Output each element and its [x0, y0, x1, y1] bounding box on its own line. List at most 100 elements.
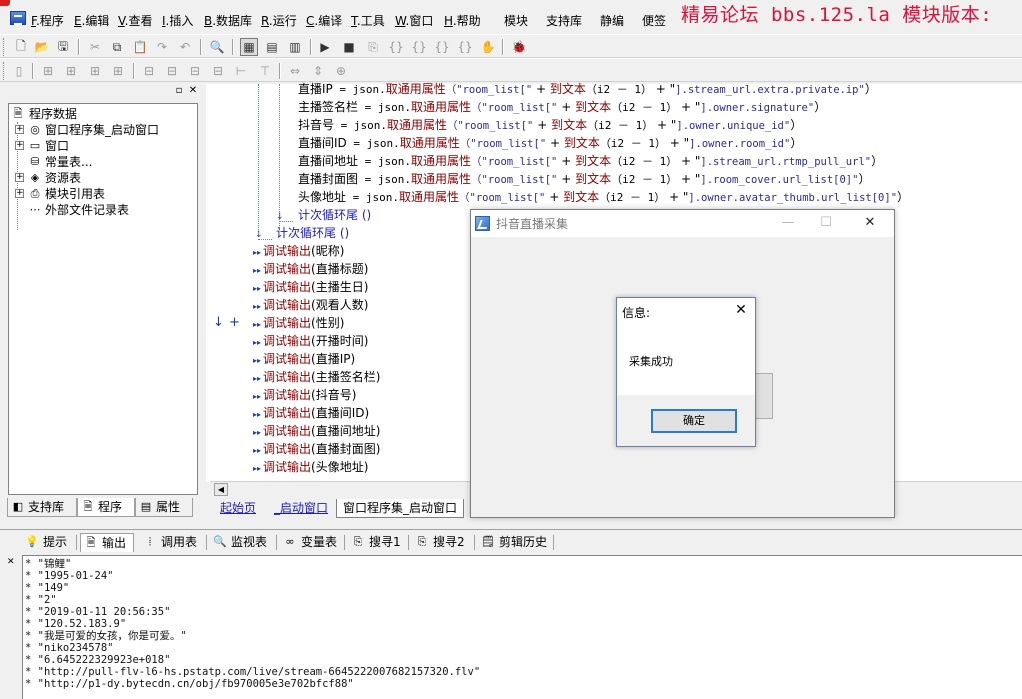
debug-output-line[interactable]: ▸▸ 调试输出(抖音号) — [253, 386, 356, 404]
ok-button[interactable]: 确定 — [651, 409, 737, 433]
expand-icon[interactable]: + — [15, 125, 24, 134]
tab-search1[interactable]: ⎘ 搜寻1 — [348, 533, 401, 552]
menu-window[interactable]: W.窗口 — [395, 12, 433, 29]
menu-notes[interactable]: 便签 — [642, 12, 666, 29]
layout-panel-icon[interactable]: ▦ — [240, 38, 258, 56]
loop-end-inner[interactable]: 计次循环尾 () — [298, 206, 371, 224]
app-window-titlebar[interactable]: 抖音直播采集 — ☐ ✕ — [471, 210, 894, 237]
tab-start-window[interactable]: _启动窗口 — [268, 499, 334, 518]
debug-output-line[interactable]: ▸▸ 调试输出(开播时间) — [253, 332, 368, 350]
info-dialog[interactable]: 信息: ✕ 采集成功 确定 — [616, 297, 756, 447]
debug-output-line[interactable]: ▸▸ 调试输出(头像地址) — [253, 458, 368, 476]
code-line[interactable]: 抖音号 = json.取通用属性（"room_list[" + 到文本（i2 －… — [298, 116, 802, 134]
code-line[interactable]: 直播间地址 = json.取通用属性（"room_list[" + 到文本（i2… — [298, 152, 883, 170]
code-line[interactable]: 头像地址 = json.取通用属性（"room_list[" + 到文本（i2 … — [298, 188, 909, 206]
debug-output-line[interactable]: ▸▸ 调试输出(性别) — [253, 314, 344, 332]
run-icon[interactable]: ▶ — [316, 38, 334, 56]
menu-edit[interactable]: E.编辑 — [74, 12, 109, 29]
output-console[interactable]: * "锦鲤" * "1995-01-24" * "149" * "2" * "2019-… — [22, 555, 1022, 699]
tab-start-page[interactable]: 起始页 — [214, 499, 262, 518]
code-line[interactable]: 主播签名栏 = json.取通用属性（"room_list[" + 到文本（i2… — [298, 98, 826, 116]
save-icon[interactable]: 🖫 — [54, 38, 72, 56]
scroll-left-icon[interactable]: ◀ — [214, 483, 228, 496]
same-size-icon[interactable]: ⊟ — [186, 62, 204, 80]
menu-insert[interactable]: I.插入 — [162, 12, 193, 29]
step-out-icon[interactable]: {} — [433, 38, 451, 56]
same-height-icon[interactable]: ⊟ — [163, 62, 181, 80]
align-right-icon[interactable]: ⊞ — [109, 62, 127, 80]
debug-output-line[interactable]: ▸▸ 调试输出(主播签名栏) — [253, 368, 380, 386]
v-distribute-icon[interactable]: ⊤ — [256, 62, 274, 80]
expand-icon[interactable]: + — [15, 189, 24, 198]
code-line[interactable]: 直播封面图 = json.取通用属性（"room_list[" + 到文本（i2… — [298, 170, 870, 188]
tab-variables[interactable]: ∞ 变量表 — [280, 533, 337, 552]
open-folder-icon[interactable]: 📂 — [33, 38, 51, 56]
copy-icon[interactable]: ⧉ — [108, 38, 126, 56]
debug-bug-icon[interactable]: 🐞 — [510, 38, 528, 56]
step-over-icon[interactable]: {} — [410, 38, 428, 56]
tab-watch[interactable]: 🔍 监视表 — [210, 533, 267, 552]
tab-program[interactable]: 🗎 程序 — [77, 498, 135, 517]
v-center-icon[interactable]: ⇕ — [309, 62, 327, 80]
debug-output-line[interactable]: ▸▸ 调试输出(直播标题) — [253, 260, 368, 278]
minimize-icon[interactable]: — — [773, 214, 803, 232]
tab-search2[interactable]: ⎘ 搜寻2 — [412, 533, 465, 552]
debug-output-line[interactable]: ▸▸ 调试输出(直播间地址) — [253, 422, 380, 440]
debug-output-line[interactable]: ▸▸ 调试输出(直播封面图) — [253, 440, 380, 458]
tab-call-table[interactable]: ⦙ 调用表 — [140, 533, 197, 552]
layout-grid-icon[interactable]: ▥ — [286, 38, 304, 56]
run-to-cursor-icon[interactable]: {} — [456, 38, 474, 56]
redo-icon[interactable]: ↷ — [153, 38, 171, 56]
debug-output-line[interactable]: ▸▸ 调试输出(主播生日) — [253, 278, 368, 296]
h-distribute-icon[interactable]: ⊢ — [232, 62, 250, 80]
tab-window-program-set[interactable]: 窗口程序集_启动窗口 — [336, 499, 465, 518]
stop-icon[interactable]: ■ — [340, 38, 358, 56]
layout-split-icon[interactable]: ▤ — [263, 38, 281, 56]
menu-module[interactable]: 模块 — [504, 12, 528, 29]
dialog-close-icon[interactable]: ✕ — [731, 301, 751, 319]
menu-run[interactable]: R.运行 — [261, 12, 297, 29]
align-left-icon[interactable]: ▯ — [10, 62, 28, 80]
menu-compile[interactable]: C.编译 — [306, 12, 342, 29]
debug-output-line[interactable]: ▸▸ 调试输出(观看人数) — [253, 296, 368, 314]
tab-support-lib[interactable]: ◧ 支持库 — [7, 498, 77, 517]
step-into-icon[interactable]: {} — [387, 38, 405, 56]
panel-close-icon[interactable]: ✕ — [187, 85, 199, 97]
center-icon[interactable]: ⊕ — [332, 62, 350, 80]
tab-clip-history[interactable]: 🗒 剪辑历史 — [478, 533, 547, 552]
hspace-icon[interactable]: ⊟ — [209, 62, 227, 80]
collect-button[interactable] — [753, 373, 773, 419]
align-top-icon[interactable]: ⊞ — [39, 62, 57, 80]
loop-end-outer[interactable]: 计次循环尾 () — [276, 224, 349, 242]
menu-tools[interactable]: T.工具 — [351, 12, 385, 29]
menu-file[interactable]: F.程序 — [31, 12, 64, 29]
strip-close-icon[interactable]: ✕ — [7, 557, 15, 567]
expand-icon[interactable]: + — [15, 141, 24, 150]
find-icon[interactable]: 🔍 — [208, 38, 226, 56]
menu-help[interactable]: H.帮助 — [444, 12, 481, 29]
paste-icon[interactable]: 📋 — [131, 38, 149, 56]
tab-output[interactable]: 🗎 输出 — [80, 533, 134, 552]
align-middle-icon[interactable]: ⊞ — [62, 62, 80, 80]
close-icon[interactable]: ✕ — [855, 214, 885, 232]
menu-database[interactable]: B.数据库 — [204, 12, 252, 29]
tab-properties[interactable]: ▤ 属性 — [135, 498, 193, 517]
align-bottom-icon[interactable]: ⊞ — [86, 62, 104, 80]
h-center-icon[interactable]: ⇔ — [286, 62, 304, 80]
hand-icon[interactable]: ✋ — [479, 38, 497, 56]
expand-icon[interactable]: + — [15, 173, 24, 182]
undo-icon[interactable]: ↶ — [176, 38, 194, 56]
debug-output-line[interactable]: ▸▸ 调试输出(直播IP) — [253, 350, 355, 368]
same-width-icon[interactable]: ⊟ — [140, 62, 158, 80]
new-file-icon[interactable]: 🗋 — [12, 38, 30, 56]
maximize-icon[interactable]: ☐ — [811, 214, 841, 232]
menu-static-compile[interactable]: 静编 — [600, 12, 624, 29]
step-icon[interactable]: ⎘ — [364, 38, 382, 56]
menu-view[interactable]: V.查看 — [118, 12, 153, 29]
code-line[interactable]: 直播间ID = json.取通用属性（"room_list[" + 到文本（i2… — [298, 134, 802, 152]
cut-icon[interactable]: ✂ — [86, 38, 104, 56]
debug-output-line[interactable]: ▸▸ 调试输出(直播间ID) — [253, 404, 369, 422]
panel-restore-icon[interactable]: ▫ — [173, 85, 185, 97]
code-line[interactable]: 直播IP = json.取通用属性（"room_list[" + 到文本（i2 … — [298, 80, 877, 98]
debug-output-line[interactable]: ▸▸ 调试输出(昵称) — [253, 242, 344, 260]
